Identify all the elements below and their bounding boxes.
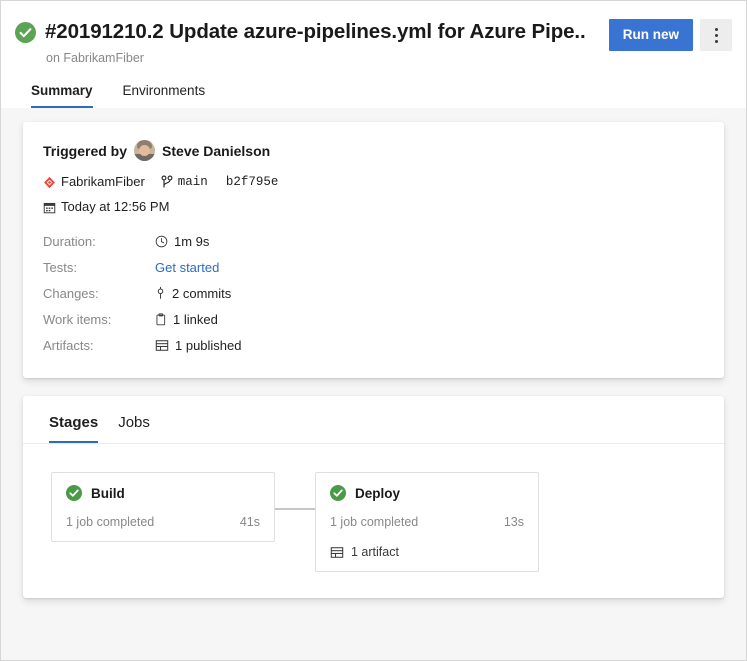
more-vertical-icon: [714, 27, 718, 43]
meta-row-tests: Tests: Get started: [43, 254, 704, 280]
check-circle-icon: [66, 485, 82, 501]
run-meta-list: Duration: 1m 9s Tests: Get started Chang…: [43, 228, 704, 358]
meta-value-duration: 1m 9s: [155, 234, 209, 249]
artifact-icon: [330, 546, 344, 559]
stages-graph: Build 1 job completed 41s Deploy 1 job c…: [23, 444, 724, 598]
header-top-row: #20191210.2 Update azure-pipelines.yml f…: [15, 17, 732, 67]
page-body: Triggered by Steve Danielson FabrikamFib…: [1, 108, 746, 660]
avatar: [134, 140, 156, 161]
page-header: #20191210.2 Update azure-pipelines.yml f…: [1, 1, 746, 108]
stage-build-jobs: 1 job completed: [66, 515, 155, 529]
tab-jobs[interactable]: Jobs: [110, 410, 158, 443]
check-circle-icon: [15, 22, 36, 43]
repo-branch-row: FabrikamFiber main b2f795e: [43, 173, 704, 191]
header-actions: Run new: [608, 17, 732, 51]
duration-value: 1m 9s: [174, 233, 210, 249]
clock-icon: [155, 235, 168, 248]
meta-label-changes: Changes:: [43, 285, 99, 301]
run-title-block: #20191210.2 Update azure-pipelines.yml f…: [15, 17, 609, 67]
stage-deploy-duration: 13s: [503, 515, 524, 529]
run-details-card: Triggered by Steve Danielson FabrikamFib…: [23, 122, 724, 378]
stage-deploy-header: Deploy: [330, 485, 524, 501]
run-new-button[interactable]: Run new: [608, 19, 693, 51]
stage-deploy-jobs: 1 job completed: [330, 515, 419, 529]
commit-icon: [155, 286, 166, 300]
calendar-icon: [43, 201, 56, 214]
tab-stages[interactable]: Stages: [41, 410, 106, 443]
repository-name[interactable]: FabrikamFiber: [61, 173, 145, 191]
stage-build-summary: 1 job completed 41s: [66, 515, 260, 529]
meta-label-artifacts: Artifacts:: [43, 337, 94, 353]
work-item-icon: [155, 312, 167, 326]
run-date-row: Today at 12:56 PM: [43, 198, 704, 216]
triggered-by-label: Triggered by: [43, 142, 128, 159]
triggered-by-row: Triggered by Steve Danielson: [43, 140, 704, 161]
work-items-value[interactable]: 1 linked: [173, 312, 218, 327]
stage-build-duration: 41s: [239, 515, 260, 529]
stage-build-header: Build: [66, 485, 260, 501]
meta-value-work-items: 1 linked: [155, 312, 218, 327]
pipeline-subtitle: on FabrikamFiber: [46, 51, 144, 65]
changes-value[interactable]: 2 commits: [172, 286, 231, 301]
run-date: Today at 12:56 PM: [61, 199, 170, 214]
triggered-by-user[interactable]: Steve Danielson: [162, 143, 270, 159]
title-texts: #20191210.2 Update azure-pipelines.yml f…: [45, 17, 609, 67]
more-actions-button[interactable]: [700, 19, 732, 51]
tab-summary[interactable]: Summary: [19, 77, 105, 108]
stage-build-name: Build: [91, 485, 125, 501]
stage-deploy-artifact[interactable]: 1 artifact: [330, 545, 524, 559]
meta-row-changes: Changes: 2 commits: [43, 280, 704, 306]
stage-connector: [275, 472, 315, 510]
stage-deploy-artifact-label: 1 artifact: [351, 545, 399, 559]
meta-row-work-items: Work items: 1 linked: [43, 306, 704, 332]
pipeline-run-page: #20191210.2 Update azure-pipelines.yml f…: [0, 0, 747, 661]
tab-environments[interactable]: Environments: [111, 77, 218, 108]
stages-tabs: Stages Jobs: [23, 396, 724, 444]
commit-hash[interactable]: b2f795e: [226, 173, 279, 191]
stages-card: Stages Jobs Build 1 job completed 41s De…: [23, 396, 724, 598]
meta-value-changes: 2 commits: [155, 286, 231, 301]
branch-name[interactable]: main: [178, 173, 208, 191]
meta-row-artifacts: Artifacts: 1 published: [43, 332, 704, 358]
tests-get-started-link[interactable]: Get started: [155, 260, 219, 275]
check-circle-icon: [330, 485, 346, 501]
meta-label-duration: Duration:: [43, 233, 96, 249]
artifact-icon: [155, 339, 169, 352]
page-tabs: Summary Environments: [15, 67, 732, 108]
meta-value-artifacts: 1 published: [155, 338, 242, 353]
azure-repos-icon: [43, 176, 56, 189]
stage-deploy-summary: 1 job completed 13s: [330, 515, 524, 529]
artifacts-value[interactable]: 1 published: [175, 338, 242, 353]
page-title: #20191210.2 Update azure-pipelines.yml f…: [45, 20, 585, 43]
stage-card-deploy[interactable]: Deploy 1 job completed 13s 1 artifact: [315, 472, 539, 572]
meta-label-tests: Tests:: [43, 259, 77, 275]
meta-value-tests: Get started: [155, 260, 219, 275]
meta-row-duration: Duration: 1m 9s: [43, 228, 704, 254]
stage-card-build[interactable]: Build 1 job completed 41s: [51, 472, 275, 542]
branch-icon: [161, 175, 173, 189]
meta-label-work-items: Work items:: [43, 311, 112, 327]
stage-deploy-name: Deploy: [355, 485, 401, 501]
